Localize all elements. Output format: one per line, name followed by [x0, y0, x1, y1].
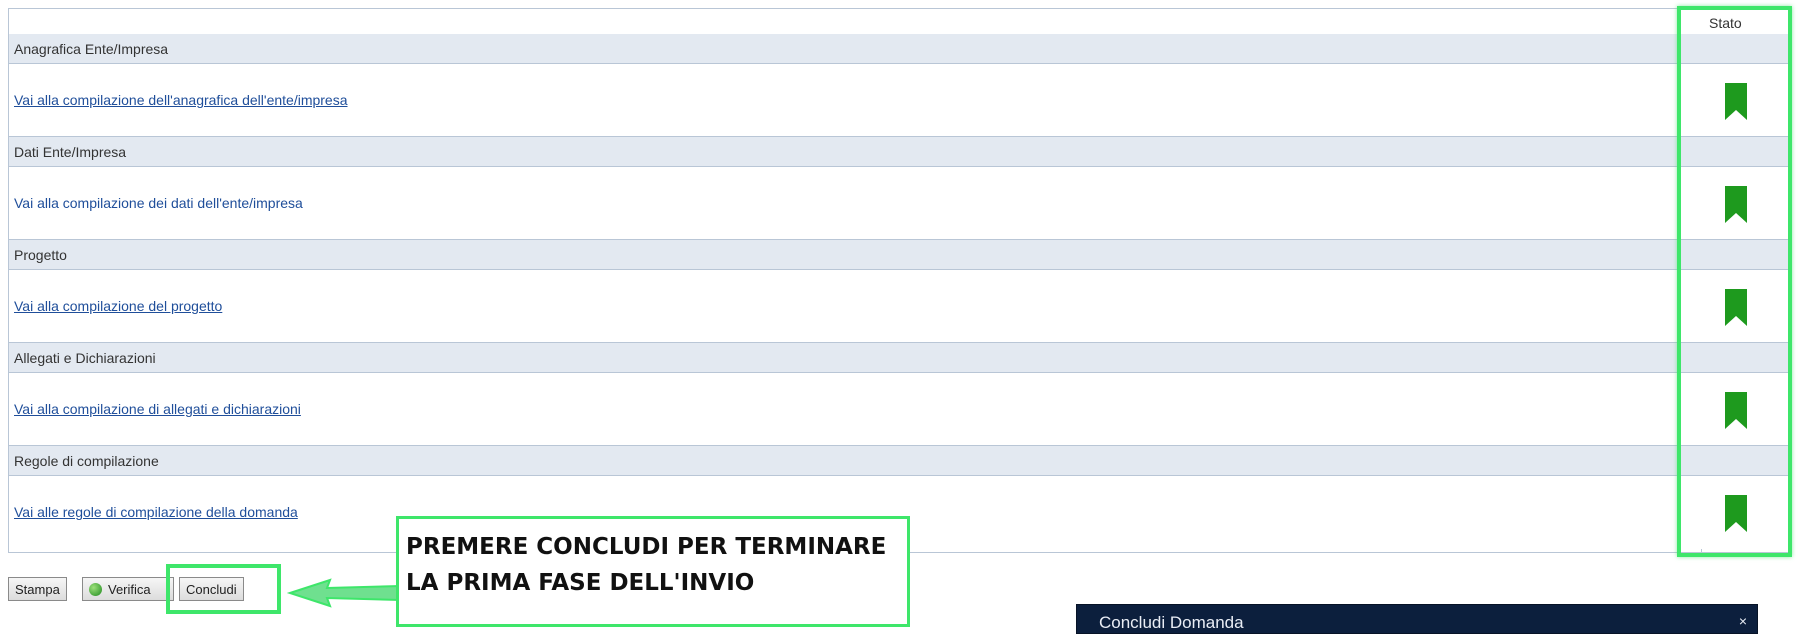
- link-progetto[interactable]: Vai alla compilazione del progetto: [14, 298, 222, 314]
- table-row: Vai alla compilazione di allegati e dich…: [9, 373, 1789, 446]
- verifica-label: Verifica: [108, 581, 151, 597]
- link-allegati[interactable]: Vai alla compilazione di allegati e dich…: [14, 401, 301, 417]
- verifica-button[interactable]: Verifica: [82, 577, 174, 601]
- sections-table: Stato Anagrafica Ente/Impresa Vai alla c…: [8, 8, 1790, 553]
- section-title: Dati Ente/Impresa: [14, 144, 127, 160]
- table-row: Vai alla compilazione dell'anagrafica de…: [9, 64, 1789, 137]
- section-header-dati: Dati Ente/Impresa: [9, 137, 1789, 167]
- section-header-progetto: Progetto: [9, 240, 1789, 270]
- stato-highlight-box: [1677, 6, 1792, 557]
- section-title: Allegati e Dichiarazioni: [14, 350, 156, 366]
- section-title: Regole di compilazione: [14, 453, 159, 469]
- callout-text: PREMERE CONCLUDI PER TERMINARE LA PRIMA …: [406, 534, 887, 596]
- concludi-highlight-box: [166, 564, 281, 614]
- instruction-callout: PREMERE CONCLUDI PER TERMINARE LA PRIMA …: [396, 516, 910, 627]
- link-regole[interactable]: Vai alle regole di compilazione della do…: [14, 504, 298, 520]
- stampa-button[interactable]: Stampa: [8, 577, 67, 601]
- dialog-title: Concludi Domanda: [1099, 613, 1244, 632]
- section-header-anagrafica: Anagrafica Ente/Impresa: [9, 34, 1789, 64]
- concludi-dialog: Concludi Domanda ×: [1076, 604, 1758, 634]
- link-dati[interactable]: Vai alla compilazione dei dati dell'ente…: [14, 195, 303, 211]
- link-anagrafica[interactable]: Vai alla compilazione dell'anagrafica de…: [14, 92, 348, 108]
- section-title: Progetto: [14, 247, 67, 263]
- section-header-regole: Regole di compilazione: [9, 446, 1789, 476]
- section-title: Anagrafica Ente/Impresa: [14, 41, 169, 57]
- table-row: Vai alla compilazione del progetto: [9, 270, 1789, 343]
- section-header-allegati: Allegati e Dichiarazioni: [9, 343, 1789, 373]
- table-row: Vai alla compilazione dei dati dell'ente…: [9, 167, 1789, 240]
- green-status-icon: [89, 582, 102, 596]
